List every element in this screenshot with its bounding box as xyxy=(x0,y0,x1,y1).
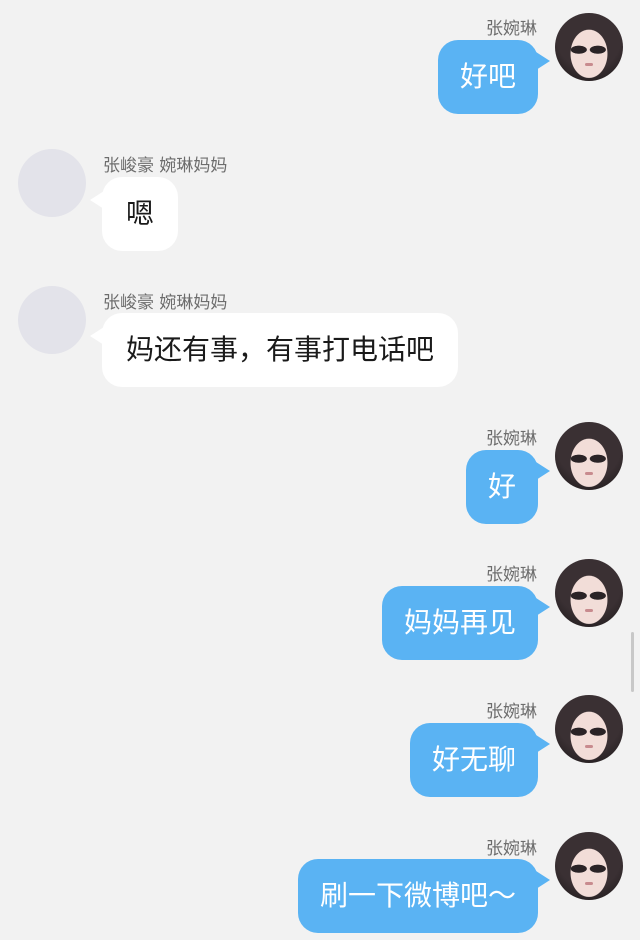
sender-name: 张婉琳 xyxy=(486,429,537,449)
message-bubble[interactable]: 嗯 xyxy=(89,177,179,251)
sender-avatar[interactable] xyxy=(18,149,86,217)
sender-name: 张婉琳 xyxy=(486,19,537,39)
sender-name: 张婉琳 xyxy=(486,702,537,722)
sender-avatar[interactable] xyxy=(555,695,623,763)
message-bubble[interactable]: 好无聊 xyxy=(409,723,551,797)
sender-avatar[interactable] xyxy=(555,422,623,490)
sender-name: 张峻豪 婉琳妈妈 xyxy=(103,156,228,176)
message-bubble[interactable]: 妈还有事，有事打电话吧 xyxy=(89,313,459,387)
sender-avatar[interactable] xyxy=(18,286,86,354)
message-bubble[interactable]: 好 xyxy=(465,450,551,524)
sender-name: 张峻豪 婉琳妈妈 xyxy=(103,293,228,313)
message-bubble[interactable]: 刷一下微博吧～ xyxy=(297,859,551,933)
sender-name: 张婉琳 xyxy=(486,565,537,585)
message-bubble[interactable]: 好吧 xyxy=(437,40,551,114)
sender-avatar[interactable] xyxy=(555,13,623,81)
message-bubble[interactable]: 妈妈再见 xyxy=(381,586,551,660)
sender-avatar[interactable] xyxy=(555,832,623,900)
chat-message-list[interactable]: 张婉琳 好吧 张峻豪 婉琳妈妈 嗯 张峻豪 婉琳妈妈 妈还有事，有事打电话吧 张… xyxy=(0,0,640,940)
scrollbar[interactable] xyxy=(631,632,634,692)
sender-name: 张婉琳 xyxy=(486,839,537,859)
sender-avatar[interactable] xyxy=(555,559,623,627)
